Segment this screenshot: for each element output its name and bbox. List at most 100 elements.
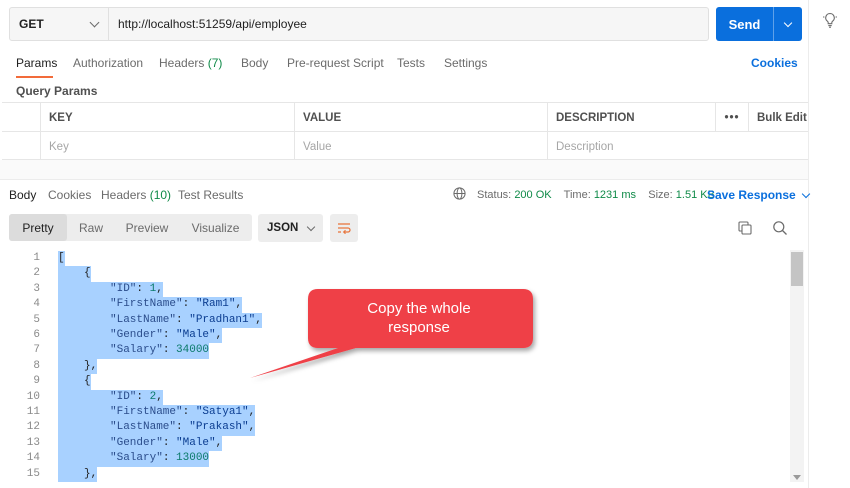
line-number: 6 (33, 329, 40, 341)
json-key: "LastName" (110, 313, 177, 326)
save-response-button[interactable]: Save Response (707, 188, 810, 202)
pane-divider[interactable] (0, 160, 808, 180)
json-key: "Gender" (110, 329, 163, 341)
more-options-button[interactable]: ••• (715, 103, 748, 132)
json-separator: : (136, 390, 150, 403)
annotation-line-2: response (388, 319, 450, 336)
globe-icon[interactable] (453, 187, 466, 200)
scroll-down-arrow[interactable] (793, 475, 801, 480)
code-line: 1[ (0, 251, 790, 267)
table-header-row: KEY VALUE DESCRIPTION ••• Bulk Edit (2, 103, 808, 132)
time-value[interactable]: 1231 ms (594, 189, 636, 201)
size-label: Size: (648, 189, 673, 201)
row-checkbox-cell (2, 132, 40, 161)
tab-tests[interactable]: Tests (397, 56, 425, 70)
response-tab-test-results[interactable]: Test Results (178, 188, 243, 202)
response-tab-cookies[interactable]: Cookies (48, 188, 91, 202)
tab-headers[interactable]: Headers (7) (159, 56, 222, 70)
tab-headers-count: (7) (207, 56, 223, 70)
send-button[interactable]: Send (716, 7, 773, 41)
search-icon[interactable] (772, 220, 788, 236)
send-options-button[interactable] (773, 7, 802, 41)
right-sidebar-divider (808, 0, 809, 488)
code-text: { (58, 374, 91, 390)
code-line: 14 "Salary": 13000 (0, 451, 790, 467)
code-text: "Salary": 34000 (58, 343, 210, 359)
line-number: 12 (26, 421, 40, 434)
view-pretty-button[interactable]: Pretty (9, 214, 67, 241)
scrollbar-thumb[interactable] (791, 252, 803, 286)
tab-prerequest-script[interactable]: Pre-request Script (287, 56, 384, 70)
json-key: "FirstName" (110, 298, 183, 311)
code-text: "FirstName": "Ram1", (58, 297, 243, 313)
json-separator: : (136, 282, 150, 295)
json-key: "FirstName" (110, 406, 183, 418)
json-separator: : (162, 436, 177, 449)
code-token: { (84, 375, 91, 388)
line-number: 5 (33, 313, 40, 326)
param-description-input[interactable] (556, 132, 808, 161)
chevron-down-icon (783, 18, 793, 27)
response-body-editor[interactable]: 1[2{3 "ID": 1, 4 "FirstName": "Ram1", 5 "Last… (0, 250, 790, 482)
code-line: 9{ (0, 374, 790, 390)
response-tab-body[interactable]: Body (9, 188, 36, 202)
response-tab-headers[interactable]: Headers (10) (101, 188, 171, 202)
format-label: JSON (267, 222, 299, 234)
code-text: }, (58, 466, 98, 482)
json-value: "Male" (176, 436, 216, 449)
param-key-cell (40, 132, 294, 161)
code-line: 3 "ID": 1, (0, 281, 790, 298)
tab-authorization[interactable]: Authorization (73, 56, 143, 70)
code-line: 12 "LastName": "Prakash", (0, 420, 790, 436)
time-label: Time: (563, 189, 591, 201)
code-text: "Salary": 13000 (58, 451, 210, 467)
url-input[interactable] (109, 8, 708, 40)
json-key: "Gender" (110, 436, 163, 449)
code-line: 7 "Salary": 34000 (0, 343, 790, 359)
line-number: 13 (26, 436, 40, 449)
method-label: GET (19, 17, 44, 31)
code-token: [ (58, 252, 65, 264)
json-value: "Pradhan1" (189, 313, 256, 326)
line-number: 15 (26, 467, 40, 480)
code-line: 10 "ID": 2, (0, 389, 790, 405)
column-header-description: DESCRIPTION (547, 103, 715, 132)
view-raw-button[interactable]: Raw (67, 214, 115, 241)
tab-settings[interactable]: Settings (444, 56, 487, 70)
bulk-edit-button[interactable]: Bulk Edit (748, 103, 808, 132)
cookies-link[interactable]: Cookies (751, 56, 798, 70)
json-separator: : (162, 344, 177, 357)
param-value-input[interactable] (303, 132, 547, 161)
json-punctuation: , (255, 313, 262, 326)
json-value: "Prakash" (189, 421, 249, 434)
editor-scrollbar[interactable] (790, 250, 804, 482)
json-punctuation: , (215, 436, 223, 449)
line-number: 1 (33, 252, 40, 264)
view-visualize-button[interactable]: Visualize (179, 214, 252, 241)
line-number: 7 (33, 344, 40, 357)
response-status-bar: Status: 200 OK Time: 1231 ms Size: 1.51 … (477, 189, 715, 201)
table-row (2, 132, 808, 161)
json-punctuation: , (235, 298, 243, 311)
request-bar: GET (9, 7, 709, 41)
param-value-cell (294, 132, 547, 161)
checkbox-column (2, 103, 40, 132)
view-preview-button[interactable]: Preview (115, 214, 179, 241)
code-line: 13 "Gender": "Male", (0, 435, 790, 452)
code-text: }, (58, 358, 98, 375)
query-params-title: Query Params (16, 84, 98, 98)
method-select[interactable]: GET (10, 8, 109, 40)
param-key-input[interactable] (49, 132, 294, 161)
format-select[interactable]: JSON (258, 214, 323, 242)
lightbulb-icon[interactable] (822, 11, 838, 29)
copy-icon[interactable] (737, 220, 753, 236)
line-number: 9 (33, 375, 40, 388)
column-header-key: KEY (40, 103, 294, 132)
tab-body[interactable]: Body (241, 56, 268, 70)
status-value[interactable]: 200 OK (514, 189, 551, 201)
code-text: "Gender": "Male", (58, 328, 223, 344)
tab-params[interactable]: Params (16, 56, 57, 70)
json-separator: : (182, 406, 196, 418)
code-text: [ (58, 251, 65, 267)
wrap-lines-button[interactable] (330, 214, 358, 242)
